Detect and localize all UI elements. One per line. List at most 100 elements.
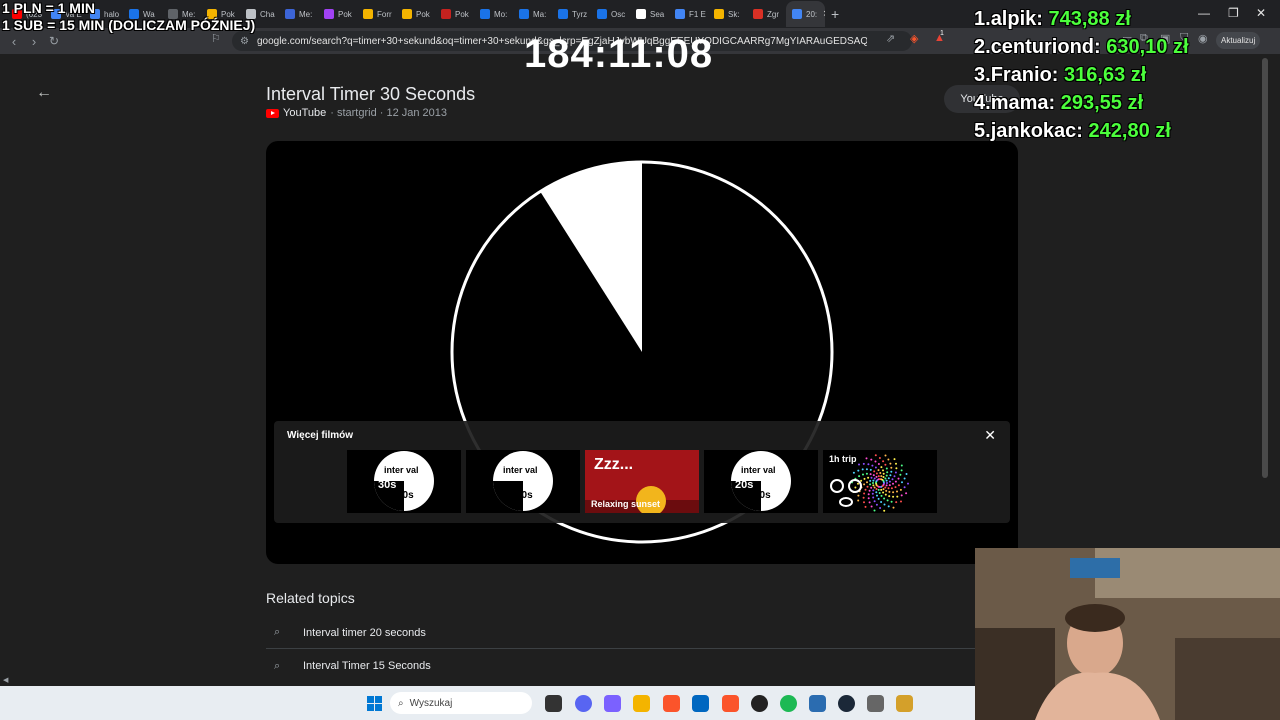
taskbar-search-placeholder: Wyszukaj	[409, 697, 453, 709]
video-thumbnail[interactable]: inter val 20s 10s	[704, 450, 818, 513]
video-source[interactable]: YouTube	[283, 107, 326, 119]
brave-browser-active-icon[interactable]	[722, 695, 739, 712]
share-icon[interactable]: ⇗	[886, 32, 895, 45]
tab-label: Pok	[338, 9, 352, 19]
leaderboard-rank: 1.	[974, 8, 991, 30]
thumbnail-text: inter val	[384, 465, 419, 475]
browser-tab[interactable]: Me:	[279, 1, 318, 27]
webcam-feed	[975, 548, 1280, 720]
forward-nav-icon[interactable]: ›	[24, 34, 44, 49]
browser-tab[interactable]: Osc	[591, 1, 630, 27]
tab-favicon-icon	[480, 9, 490, 19]
thumbnail-caption: Relaxing sunset	[591, 499, 661, 509]
clock-progress-wedge	[539, 161, 642, 352]
tab-favicon-icon	[636, 9, 646, 19]
bookmark-icon[interactable]: ⚐	[211, 32, 221, 45]
video-thumbnail[interactable]: Zzz... Relaxing sunset	[585, 450, 699, 513]
tab-close-icon[interactable]: ×	[823, 8, 825, 20]
thumbnail-text: inter val	[503, 465, 538, 475]
youtube-logo-icon	[266, 108, 279, 118]
tab-favicon-icon	[675, 9, 685, 19]
discord-icon[interactable]	[575, 695, 592, 712]
tab-favicon-icon	[441, 9, 451, 19]
tab-label: Cha	[260, 9, 275, 19]
close-icon[interactable]: ✕	[984, 427, 996, 444]
leaderboard-name: centuriond:	[990, 36, 1101, 58]
video-thumbnail[interactable]: inter val 30s 10s	[347, 450, 461, 513]
spotify-icon[interactable]	[780, 695, 797, 712]
video-thumbnail[interactable]: inter val 60s	[466, 450, 580, 513]
browser-tab[interactable]: Ma:	[513, 1, 552, 27]
close-window-icon[interactable]: ✕	[1256, 6, 1266, 20]
browser-tab[interactable]: Mo:	[474, 1, 513, 27]
file-explorer-icon[interactable]	[633, 695, 650, 712]
brave-shield-icon[interactable]: ◈	[910, 32, 918, 45]
browser-tab[interactable]: Tyrz	[552, 1, 591, 27]
browser-tab[interactable]: Zgr	[747, 1, 786, 27]
tab-label: Forr	[377, 9, 392, 19]
obs-icon[interactable]	[751, 695, 768, 712]
leaderboard-row: 1.alpik: 743,88 zł	[974, 8, 1131, 31]
related-topic-item[interactable]: ⌕ Interval timer 20 seconds	[266, 617, 976, 649]
tab-favicon-icon	[324, 9, 334, 19]
tab-favicon-icon	[753, 9, 763, 19]
new-tab-icon[interactable]: +	[831, 6, 839, 22]
more-videos-panel: Więcej filmów ✕ inter val 30s 10s inter val…	[274, 421, 1010, 523]
back-nav-icon[interactable]: ‹	[4, 34, 24, 49]
donation-rule-pln: 1 PLN = 1 MIN	[2, 0, 95, 16]
thumbnail-text: 10s	[754, 490, 771, 501]
subathon-timer: 184:11:08	[524, 32, 714, 76]
leaderboard-amount: 743,88 zł	[1048, 8, 1131, 30]
browser-tab[interactable]: 20: ×	[786, 1, 825, 27]
maximize-icon[interactable]: ❐	[1228, 6, 1239, 20]
search-icon: ⌕	[274, 626, 281, 638]
donation-rule-sub: 1 SUB = 15 MIN (DOLICZAM PÓŹNIEJ)	[2, 17, 256, 33]
notes-icon[interactable]	[809, 695, 826, 712]
tab-favicon-icon	[519, 9, 529, 19]
task-view-icon[interactable]	[545, 695, 562, 712]
site-info-icon[interactable]: ⚙	[240, 36, 249, 47]
browser-tab[interactable]: Pok	[435, 1, 474, 27]
tab-label: Pok	[455, 9, 469, 19]
video-thumbnail[interactable]: 1h trip	[823, 450, 937, 513]
video-player[interactable]: Więcej filmów ✕ inter val 30s 10s inter val…	[266, 141, 1018, 564]
tab-label: Osc	[611, 9, 626, 19]
reload-icon[interactable]: ↻	[44, 34, 64, 48]
minimize-icon[interactable]: —	[1198, 6, 1210, 20]
video-meta-text: · startgrid · 12 Jan 2013	[330, 107, 448, 119]
browser-tab[interactable]: Pok	[318, 1, 357, 27]
windows-start-icon[interactable]	[367, 696, 382, 711]
tab-label: Tyrz	[572, 9, 588, 19]
taskbar-search[interactable]: ⌕ Wyszukaj	[390, 692, 532, 714]
profile-icon[interactable]: ◉	[1198, 32, 1208, 45]
browser-tab[interactable]: Pok	[396, 1, 435, 27]
brave-browser-icon[interactable]	[663, 695, 680, 712]
tab-label: Sea	[650, 9, 665, 19]
tab-label: F1 E	[689, 9, 706, 19]
webcam-scene	[975, 548, 1280, 720]
tab-favicon-icon	[285, 9, 295, 19]
store-icon[interactable]	[692, 695, 709, 712]
copilot-icon[interactable]	[604, 695, 621, 712]
leaderboard-name: mama:	[990, 92, 1056, 114]
browser-tab[interactable]: Sea	[630, 1, 669, 27]
tab-favicon-icon	[363, 9, 373, 19]
back-arrow-icon[interactable]: ←	[36, 84, 52, 102]
app-icon[interactable]	[896, 695, 913, 712]
calculator-icon[interactable]	[867, 695, 884, 712]
browser-tab[interactable]: Sk:	[708, 1, 747, 27]
update-button[interactable]: Aktualizuj	[1216, 32, 1261, 49]
video-title[interactable]: Interval Timer 30 Seconds	[266, 84, 475, 105]
leaderboard-name: jankokac:	[990, 120, 1083, 142]
browser-tab[interactable]: Forr	[357, 1, 396, 27]
thumbnail-text: 1h trip	[829, 454, 857, 464]
steam-icon[interactable]	[838, 695, 855, 712]
thumbnail-text: 20s	[735, 479, 754, 491]
thumbnail-text: Zzz...	[594, 456, 634, 473]
vertical-scrollbar[interactable]	[1262, 58, 1268, 478]
browser-tab[interactable]: F1 E	[669, 1, 708, 27]
related-topics-title: Related topics	[266, 590, 355, 606]
tab-label: Ma:	[533, 9, 547, 19]
search-icon: ⌕	[398, 697, 404, 709]
leaderboard-rank: 2.	[974, 36, 991, 58]
